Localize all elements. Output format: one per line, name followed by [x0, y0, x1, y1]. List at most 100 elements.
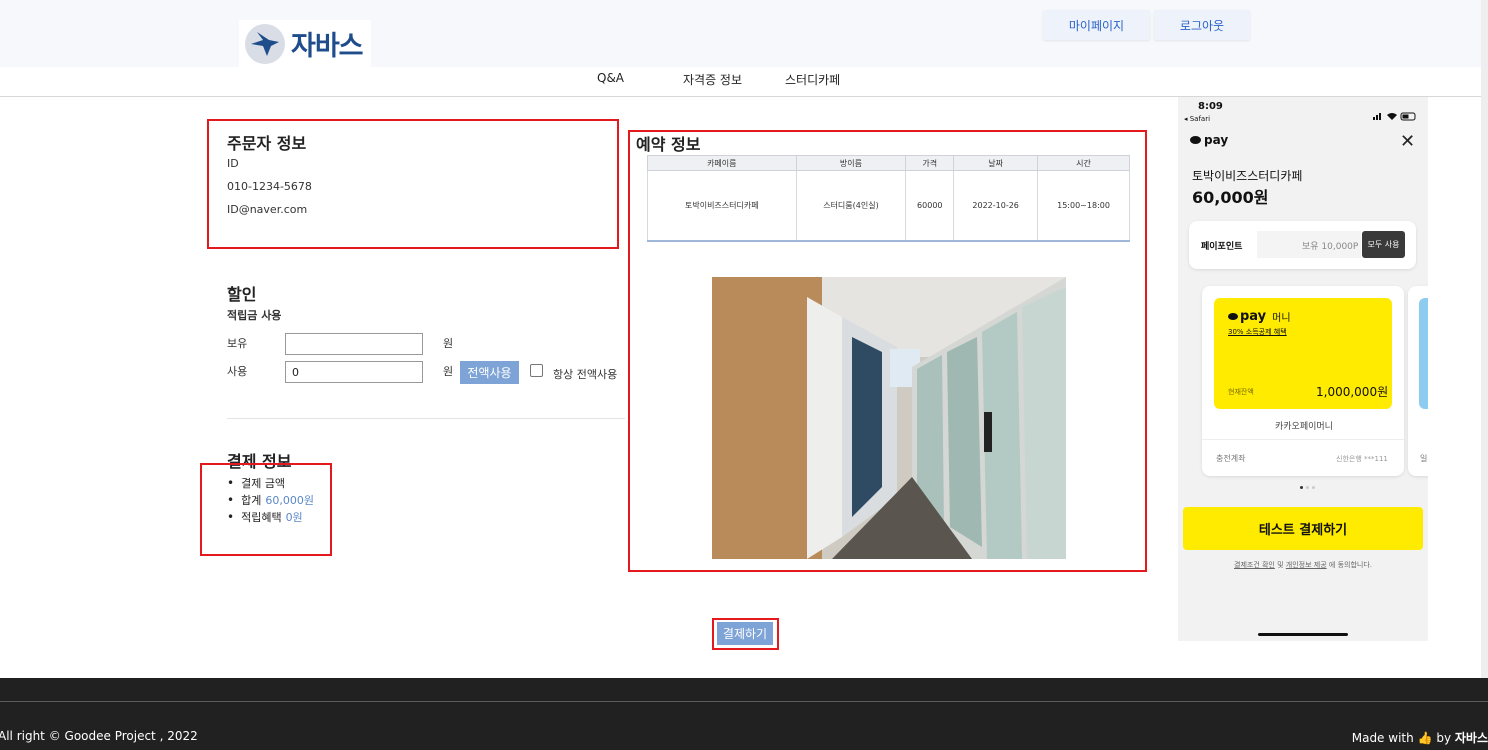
- test-pay-label: 테스트 결제하기: [1258, 523, 1348, 538]
- hold-label: 보유: [227, 337, 248, 350]
- table-header-row: 카페이름 방이름 가격 날짜 시간: [647, 155, 1130, 171]
- site-logo[interactable]: 자바스: [239, 20, 371, 67]
- cell-time: 15:00~18:00: [1037, 170, 1130, 242]
- discount-title: 할인: [227, 285, 257, 304]
- charge-label: 충전계좌: [1216, 454, 1246, 463]
- main-nav: Q&A 자격증 정보 스터디카페: [0, 67, 1488, 97]
- card-brand: pay: [1240, 309, 1267, 324]
- top-header: 자바스 마이페이지 로그아웃: [0, 0, 1488, 67]
- next-card-peek[interactable]: 일: [1408, 286, 1428, 476]
- footer-top-band: [0, 678, 1488, 701]
- col-cafe-name: 카페이름: [647, 155, 797, 171]
- col-time: 시간: [1037, 155, 1130, 171]
- card-pay-logo: pay 머니: [1228, 309, 1291, 324]
- payment-amount-label: 결제 금액: [241, 476, 286, 490]
- next-card-face: [1419, 298, 1428, 409]
- hold-points-input[interactable]: [285, 333, 423, 355]
- by-label: by: [1436, 731, 1452, 745]
- close-icon[interactable]: ✕: [1400, 133, 1415, 151]
- nav-certificate-info[interactable]: 자격증 정보: [683, 71, 742, 88]
- agree-and: 및: [1277, 561, 1284, 569]
- payment-amount: 60,000원: [1192, 188, 1269, 207]
- pay-button[interactable]: 결제하기: [717, 622, 773, 645]
- money-card-face: pay 머니 30% 소득공제 혜택 현재잔액 1,000,000원: [1214, 298, 1392, 409]
- logo-text: 자바스: [291, 31, 364, 62]
- total-value: 60,000원: [265, 493, 314, 507]
- nav-study-cafe[interactable]: 스터디카페: [785, 71, 840, 88]
- home-indicator: [1258, 633, 1348, 636]
- section-divider: [227, 418, 625, 419]
- benefit-label: 적립혜택: [241, 510, 282, 524]
- speech-bubble-icon: [1190, 136, 1201, 144]
- reservation-title: 예약 정보: [636, 135, 701, 154]
- dot-active: [1300, 486, 1303, 489]
- use-unit: 원: [443, 365, 454, 378]
- charge-account: 신한은행 ***111: [1336, 455, 1388, 463]
- page: 자바스 마이페이지 로그아웃 Q&A 자격증 정보 스터디카페 주문자 정보 I…: [0, 0, 1488, 750]
- orderer-title: 주문자 정보: [227, 134, 307, 153]
- back-to-safari[interactable]: ◂ Safari: [1184, 115, 1210, 123]
- total-label: 합계: [241, 493, 262, 507]
- reservation-table: 카페이름 방이름 가격 날짜 시간 토박이비즈스터디카페 스터디룸(4인실) 6…: [647, 155, 1130, 242]
- store-name: 토박이비즈스터디카페: [1192, 169, 1303, 183]
- nav-qna[interactable]: Q&A: [597, 71, 624, 85]
- use-points-input[interactable]: 0: [285, 361, 423, 383]
- pay-brand: pay: [1204, 133, 1229, 147]
- payment-summary-list: 결제 금액 합계60,000원 적립혜택0원: [227, 474, 314, 525]
- orderer-email: ID@naver.com: [227, 203, 308, 216]
- test-pay-button[interactable]: 테스트 결제하기: [1183, 507, 1423, 550]
- made-with-label: Made with: [1351, 731, 1414, 745]
- kakaopay-logo: pay: [1190, 133, 1228, 147]
- cell-price: 60000: [905, 170, 955, 242]
- kakaopay-money-card[interactable]: pay 머니 30% 소득공제 혜택 현재잔액 1,000,000원 카카오페이…: [1202, 286, 1404, 476]
- pay-point-hold: 보유 10,000P: [1302, 242, 1359, 252]
- status-time: 8:09: [1198, 101, 1223, 112]
- copyright-text: All right © Goodee Project , 2022: [0, 729, 198, 743]
- made-with-text: Made with 👍 by 자바스: [1352, 729, 1488, 746]
- mypage-button[interactable]: 마이페이지: [1043, 10, 1150, 40]
- next-card-label: 일: [1420, 454, 1428, 463]
- always-use-all-checkbox[interactable]: [530, 364, 543, 377]
- logout-button[interactable]: 로그아웃: [1154, 10, 1250, 40]
- bird-logo-icon: [245, 23, 285, 64]
- cell-room-name: 스터디룸(4인실): [795, 170, 907, 242]
- orderer-phone: 010-1234-5678: [227, 180, 312, 193]
- balance-value: 1,000,000원: [1316, 385, 1389, 399]
- dot: [1312, 486, 1315, 489]
- footer-brand: 자바스: [1454, 731, 1488, 745]
- card-promo[interactable]: 30% 소득공제 혜택: [1228, 327, 1287, 337]
- pay-point-card: 페이포인트 보유 10,000P 모두 사용: [1189, 221, 1416, 269]
- agreement-text: 결제조건 확인 및 개인정보 제공 에 동의합니다.: [1178, 560, 1428, 570]
- card-name: 카카오페이머니: [1275, 422, 1333, 432]
- col-date: 날짜: [953, 155, 1039, 171]
- hold-unit: 원: [443, 337, 454, 350]
- list-item: 적립혜택0원: [227, 508, 314, 525]
- use-label: 사용: [227, 365, 248, 378]
- table-row: 토박이비즈스터디카페 스터디룸(4인실) 60000 2022-10-26 15…: [647, 170, 1130, 242]
- list-item: 합계60,000원: [227, 491, 314, 508]
- agree-tail: 에 동의합니다.: [1328, 561, 1372, 569]
- card-divider: [1202, 439, 1404, 440]
- study-room-photo: [712, 277, 1066, 559]
- page-scrollbar[interactable]: [1481, 0, 1488, 678]
- benefit-value: 0원: [285, 510, 303, 524]
- status-icons: [1373, 106, 1423, 121]
- footer: All right © Goodee Project , 2022 Made w…: [0, 702, 1488, 750]
- speech-bubble-icon: [1228, 313, 1238, 320]
- list-item: 결제 금액: [227, 474, 314, 491]
- carousel-dots: [1300, 486, 1315, 489]
- balance-label: 현재잔액: [1228, 388, 1254, 396]
- agree-conditions-link[interactable]: 결제조건 확인: [1234, 561, 1275, 569]
- cell-date: 2022-10-26: [953, 170, 1039, 242]
- always-use-all-label: 항상 전액사용: [553, 368, 618, 381]
- dot: [1306, 486, 1309, 489]
- use-all-points-button[interactable]: 모두 사용: [1362, 231, 1405, 258]
- agree-privacy-link[interactable]: 개인정보 제공: [1286, 561, 1327, 569]
- pay-point-label: 페이포인트: [1201, 242, 1243, 252]
- cell-cafe-name: 토박이비즈스터디카페: [647, 170, 797, 242]
- use-all-button[interactable]: 전액사용: [460, 361, 519, 384]
- col-price: 가격: [905, 155, 955, 171]
- points-use-subtitle: 적립금 사용: [227, 309, 282, 322]
- kakaopay-phone-screenshot: 8:09 ◂ Safari pay ✕ 토박이비즈스터디카페 60,000원 페…: [1178, 97, 1428, 641]
- card-type: 머니: [1272, 313, 1291, 324]
